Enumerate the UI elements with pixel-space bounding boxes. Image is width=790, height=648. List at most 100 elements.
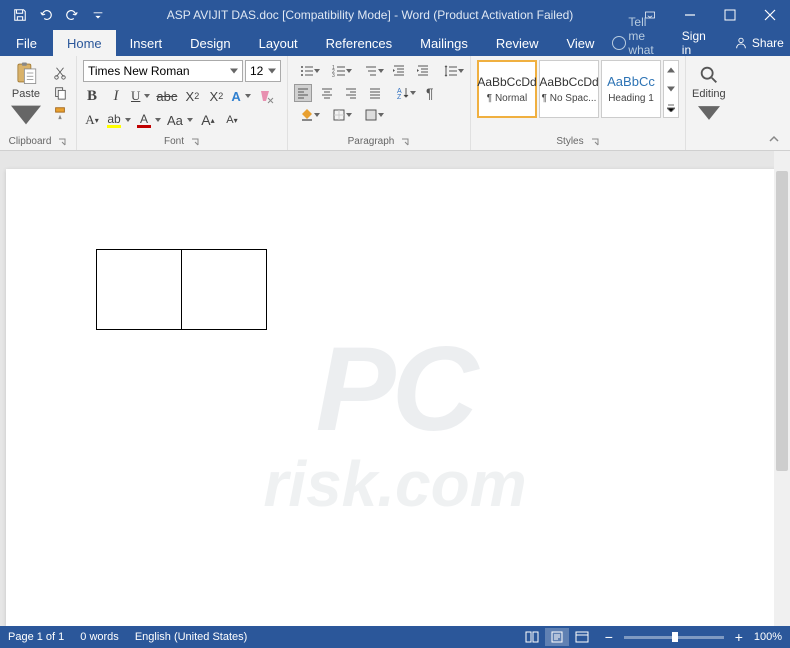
tab-review[interactable]: Review [482, 30, 553, 56]
subscript-button[interactable]: X2 [183, 86, 201, 106]
increase-indent-button[interactable] [414, 62, 432, 80]
svg-text:3: 3 [332, 73, 335, 78]
paragraph-shading-button[interactable] [358, 106, 384, 124]
redo-button[interactable] [60, 3, 84, 27]
font-group-label: Font [164, 136, 184, 147]
group-editing: Editing [686, 56, 732, 150]
vertical-scrollbar[interactable] [774, 151, 790, 626]
document-area: PC risk.com [0, 151, 790, 626]
align-right-button[interactable] [342, 84, 360, 102]
multilevel-list-button[interactable] [358, 62, 384, 80]
tab-insert[interactable]: Insert [116, 30, 177, 56]
quick-access-toolbar [0, 3, 110, 27]
tab-layout[interactable]: Layout [245, 30, 312, 56]
zoom-level[interactable]: 100% [754, 631, 782, 643]
styles-dialog-launcher[interactable] [590, 137, 600, 147]
styles-group-label: Styles [556, 136, 583, 147]
save-button[interactable] [8, 3, 32, 27]
justify-button[interactable] [366, 84, 384, 102]
table-cell[interactable] [182, 250, 267, 330]
copy-button[interactable] [50, 84, 70, 102]
styles-gallery-more[interactable] [663, 60, 679, 118]
language-indicator[interactable]: English (United States) [135, 631, 248, 643]
paragraph-group-label: Paragraph [348, 136, 395, 147]
web-layout-button[interactable] [570, 628, 594, 646]
page-indicator[interactable]: Page 1 of 1 [8, 631, 64, 643]
ribbon-tabs: File Home Insert Design Layout Reference… [0, 30, 790, 56]
format-painter-button[interactable] [50, 104, 70, 122]
zoom-slider[interactable] [624, 636, 724, 639]
style-heading1[interactable]: AaBbCc Heading 1 [601, 60, 661, 118]
undo-button[interactable] [34, 3, 58, 27]
highlight-button[interactable]: ab [107, 110, 131, 130]
tab-references[interactable]: References [312, 30, 406, 56]
italic-button[interactable]: I [107, 86, 125, 106]
font-color-button[interactable]: A [137, 110, 161, 130]
style-no-spacing[interactable]: AaBbCcDd ¶ No Spac... [539, 60, 599, 118]
print-layout-button[interactable] [545, 628, 569, 646]
line-spacing-button[interactable] [438, 62, 464, 80]
numbering-button[interactable]: 123 [326, 62, 352, 80]
zoom-in-button[interactable]: + [732, 630, 746, 644]
tab-home[interactable]: Home [53, 30, 116, 56]
tell-me-search[interactable]: Tell me what you [608, 30, 667, 56]
text-effects-button[interactable]: A [231, 86, 250, 106]
editing-button[interactable]: Editing [692, 60, 726, 128]
maximize-button[interactable] [710, 0, 750, 30]
statusbar: Page 1 of 1 0 words English (United Stat… [0, 626, 790, 648]
zoom-slider-thumb[interactable] [672, 632, 678, 642]
shading-button[interactable] [294, 106, 320, 124]
document-table[interactable] [96, 249, 267, 330]
table-cell[interactable] [97, 250, 182, 330]
paste-label: Paste [12, 88, 40, 100]
group-font: Times New Roman 12 B I U abc X2 X2 A [77, 56, 288, 150]
grow-font-button[interactable]: A▴ [199, 110, 217, 130]
align-left-button[interactable] [294, 84, 312, 102]
font-color-preview-button[interactable]: A▾ [83, 110, 101, 130]
tab-mailings[interactable]: Mailings [406, 30, 482, 56]
shrink-font-button[interactable]: A▾ [223, 110, 241, 130]
svg-text:Z: Z [397, 94, 402, 100]
scrollbar-thumb[interactable] [776, 171, 788, 471]
clear-formatting-button[interactable] [257, 86, 275, 106]
sort-button[interactable]: AZ [390, 84, 416, 102]
close-button[interactable] [750, 0, 790, 30]
font-dialog-launcher[interactable] [190, 137, 200, 147]
share-label: Share [752, 36, 784, 50]
tab-design[interactable]: Design [176, 30, 244, 56]
group-clipboard: Paste Clipboard [0, 56, 77, 150]
share-button[interactable]: Share [720, 30, 790, 56]
bullets-button[interactable] [294, 62, 320, 80]
window-title: ASP AVIJIT DAS.doc [Compatibility Mode] … [110, 8, 630, 22]
paste-button[interactable]: Paste [6, 60, 46, 128]
cut-button[interactable] [50, 64, 70, 82]
change-case-button[interactable]: Aa [167, 110, 193, 130]
collapse-ribbon-button[interactable] [768, 132, 782, 146]
group-paragraph: 123 AZ ¶ Paragraph [288, 56, 471, 150]
style-normal[interactable]: AaBbCcDd ¶ Normal [477, 60, 537, 118]
font-size-combo[interactable]: 12 [245, 60, 281, 82]
strikethrough-button[interactable]: abc [156, 86, 177, 106]
qat-customize-button[interactable] [86, 3, 110, 27]
decrease-indent-button[interactable] [390, 62, 408, 80]
clipboard-dialog-launcher[interactable] [57, 137, 67, 147]
svg-text:¶: ¶ [426, 86, 434, 100]
clipboard-label: Clipboard [9, 136, 52, 147]
show-marks-button[interactable]: ¶ [422, 84, 440, 102]
zoom-out-button[interactable]: − [602, 630, 616, 644]
read-mode-button[interactable] [520, 628, 544, 646]
bold-button[interactable]: B [83, 86, 101, 106]
underline-button[interactable]: U [131, 86, 150, 106]
word-count[interactable]: 0 words [80, 631, 119, 643]
sign-in-link[interactable]: Sign in [668, 30, 720, 56]
paragraph-dialog-launcher[interactable] [400, 137, 410, 147]
superscript-button[interactable]: X2 [207, 86, 225, 106]
font-name-combo[interactable]: Times New Roman [83, 60, 243, 82]
align-center-button[interactable] [318, 84, 336, 102]
borders-button[interactable] [326, 106, 352, 124]
tab-view[interactable]: View [552, 30, 608, 56]
minimize-button[interactable] [670, 0, 710, 30]
group-styles: AaBbCcDd ¶ Normal AaBbCcDd ¶ No Spac... … [471, 56, 686, 150]
document-page[interactable] [6, 169, 784, 626]
tab-file[interactable]: File [0, 30, 53, 56]
